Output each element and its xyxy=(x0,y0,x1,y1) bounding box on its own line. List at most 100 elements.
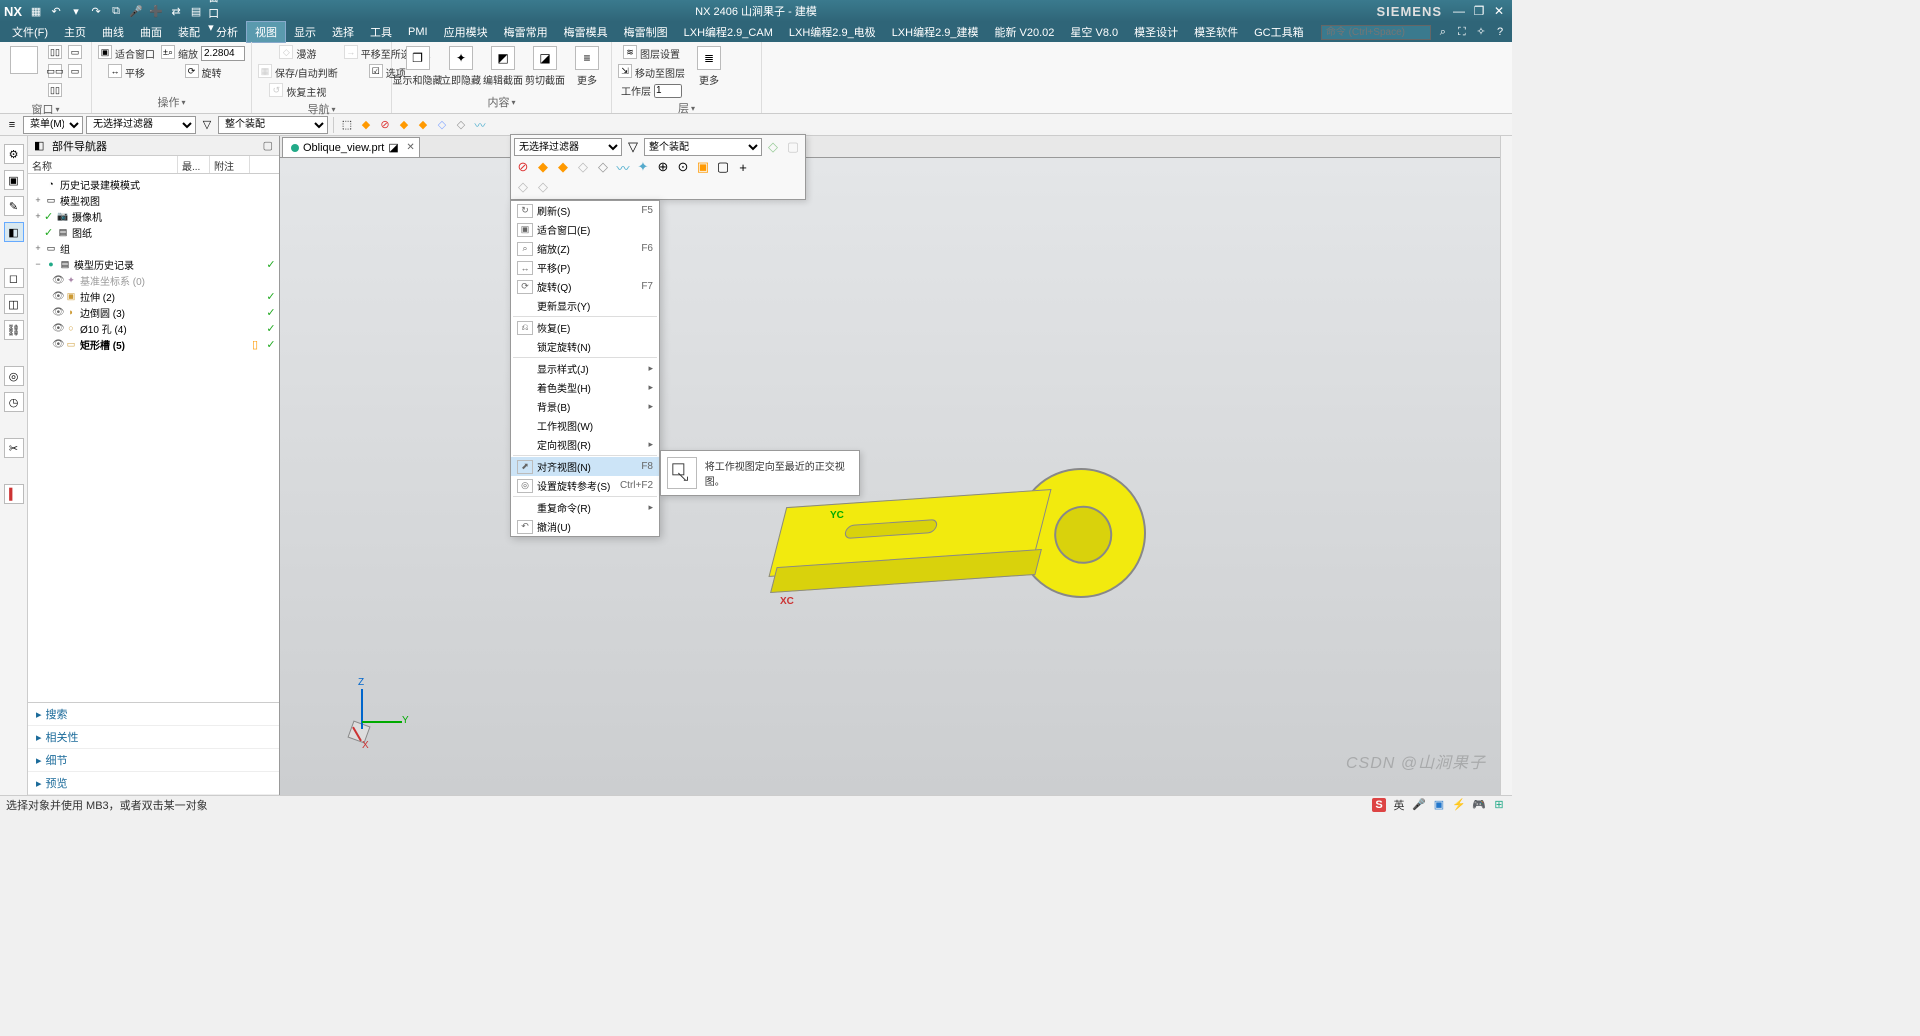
node-hole[interactable]: 👁○Ø10 孔 (4)✓ xyxy=(28,320,279,336)
menu-lxh-cam[interactable]: LXH编程2.9_CAM xyxy=(676,22,781,42)
ctx-rotate[interactable]: ⟳旋转(Q)F7 xyxy=(511,277,659,296)
ctx-lockrot[interactable]: 锁定旋转(N) xyxy=(511,337,659,356)
float-no-icon[interactable]: ⊘ xyxy=(514,158,532,176)
sec-detail[interactable]: ▸细节 xyxy=(28,749,279,772)
ctx-orient[interactable]: 定向视图(R)▸ xyxy=(511,435,659,454)
graphics-viewport[interactable]: ZC YC XC Z Y X CSDN @山涧果子 xyxy=(280,158,1500,795)
content-more-button[interactable]: ≡更多 xyxy=(567,44,607,89)
ctx-refresh[interactable]: ↻刷新(S)F5 xyxy=(511,201,659,220)
node-extrude[interactable]: 👁▣拉伸 (2)✓ xyxy=(28,288,279,304)
assembly-dropdown[interactable]: 整个装配 xyxy=(218,116,328,134)
ctx-align-view[interactable]: ⬈对齐视图(N)F8 xyxy=(511,457,659,476)
save-icon[interactable]: ▦ xyxy=(28,3,44,19)
tray-win-icon[interactable]: ▣ xyxy=(1432,798,1446,812)
float-grey-icon[interactable]: ◇ xyxy=(594,158,612,176)
tray-grid-icon[interactable]: ⊞ xyxy=(1492,798,1506,812)
menu-mlcy[interactable]: 梅雷常用 xyxy=(496,22,556,42)
menu-mlzt[interactable]: 梅雷制图 xyxy=(616,22,676,42)
col-name[interactable]: 名称 xyxy=(28,156,178,173)
sel-no-icon[interactable]: ⊘ xyxy=(377,117,393,133)
sel-icon-1[interactable]: ⬚ xyxy=(339,117,355,133)
lt-box-icon[interactable]: ◻ xyxy=(4,268,24,288)
lt-cube-icon[interactable]: ▣ xyxy=(4,170,24,190)
lt-bookmark-icon[interactable]: ▍ xyxy=(4,484,24,504)
menu-pmi[interactable]: PMI xyxy=(400,24,436,40)
layout-4-button[interactable]: ▭ xyxy=(66,44,84,62)
command-search-input[interactable] xyxy=(1321,25,1431,40)
ctx-workview[interactable]: 工作视图(W) xyxy=(511,416,659,435)
sel-curve-icon[interactable]: 〰 xyxy=(472,117,488,133)
menu-curve[interactable]: 曲线 xyxy=(94,22,132,42)
ctx-undo[interactable]: ↶撤消(U) xyxy=(511,517,659,536)
ime-icon[interactable]: S xyxy=(1372,798,1386,812)
fit-window-button[interactable]: ▣适合窗口 xyxy=(96,44,157,62)
menu-view[interactable]: 视图 xyxy=(246,21,286,43)
sec-dependency[interactable]: ▸相关性 xyxy=(28,726,279,749)
filter-dropdown[interactable]: 无选择过滤器 xyxy=(86,116,196,134)
col-rec[interactable]: 最... xyxy=(178,156,210,173)
sel-solid-icon[interactable]: ◆ xyxy=(396,117,412,133)
panel-close-icon[interactable]: ▢ xyxy=(263,139,273,152)
float-snap2-icon[interactable]: ⊕ xyxy=(654,158,672,176)
menu-tool[interactable]: 工具 xyxy=(362,22,400,42)
tray-electrode-icon[interactable]: ⚡ xyxy=(1452,798,1466,812)
node-slot[interactable]: 👁▭矩形槽 (5)▯✓ xyxy=(28,336,279,352)
lt-history-icon[interactable]: ✎ xyxy=(4,196,24,216)
sec-preview[interactable]: ▸预览 xyxy=(28,772,279,795)
move-to-layer-button[interactable]: ⇲移动至图层 xyxy=(616,63,687,81)
mic-icon[interactable]: 🎤 xyxy=(128,3,144,19)
doc-icon[interactable]: ▤ xyxy=(188,3,204,19)
lt-target-icon[interactable]: ◎ xyxy=(4,366,24,386)
menu-mlmj[interactable]: 梅雷模具 xyxy=(556,22,616,42)
float-box1-icon[interactable]: ▣ xyxy=(694,158,712,176)
node-model-view[interactable]: +▭模型视图 xyxy=(28,192,279,208)
node-blend[interactable]: 👁◗边倒圆 (3)✓ xyxy=(28,304,279,320)
float-assembly-dropdown[interactable]: 整个装配 xyxy=(644,138,762,156)
settings-icon[interactable]: ✧ xyxy=(1473,24,1489,40)
float-snap3-icon[interactable]: ⊙ xyxy=(674,158,692,176)
menu-dropdown[interactable]: 菜单(M) xyxy=(23,116,83,134)
ctx-update[interactable]: 更新显示(Y) xyxy=(511,296,659,315)
roam-button[interactable]: ◇漫游 xyxy=(256,44,340,62)
float-face-icon[interactable]: ◆ xyxy=(554,158,572,176)
pan-button[interactable]: ↔平移 xyxy=(96,63,157,81)
menu-surface[interactable]: 曲面 xyxy=(132,22,170,42)
list-icon[interactable]: ≡ xyxy=(4,117,20,133)
float-iso2-icon[interactable]: ◇ xyxy=(534,178,552,196)
instant-hide-button[interactable]: ✦立即隐藏 xyxy=(441,44,481,89)
fullscreen-icon[interactable]: ⛶ xyxy=(1454,25,1470,41)
copy-icon[interactable]: ⧉ xyxy=(108,3,124,19)
ctx-shadetype[interactable]: 着色类型(H)▸ xyxy=(511,378,659,397)
menu-mrj[interactable]: 模圣软件 xyxy=(1186,22,1246,42)
float-snap1-icon[interactable]: ✦ xyxy=(634,158,652,176)
ctx-fit[interactable]: ▣适合窗口(E) xyxy=(511,220,659,239)
ctx-background[interactable]: 背景(B)▸ xyxy=(511,397,659,416)
work-layer-input[interactable] xyxy=(654,84,682,98)
help-icon[interactable]: ? xyxy=(1492,24,1508,40)
lt-partnav-icon[interactable]: ◧ xyxy=(4,222,24,242)
menu-analyze[interactable]: 分析 xyxy=(208,22,246,42)
float-iso1-icon[interactable]: ◇ xyxy=(514,178,532,196)
document-tab[interactable]: Oblique_view.prt ◪ ✕ xyxy=(282,137,420,157)
col-attach[interactable]: 附注 xyxy=(210,156,250,173)
menu-home[interactable]: 主页 xyxy=(56,22,94,42)
float-wire-icon[interactable]: ◇ xyxy=(574,158,592,176)
float-opt1-icon[interactable]: ◇ xyxy=(764,138,782,156)
node-history-mode[interactable]: ◔历史记录建模模式 xyxy=(28,176,279,192)
menu-gc[interactable]: GC工具箱 xyxy=(1246,22,1312,42)
node-model-history[interactable]: −●▤模型历史记录✓ xyxy=(28,256,279,272)
tab-close-icon[interactable]: ✕ xyxy=(406,142,414,153)
node-camera[interactable]: +✓📷摄像机 xyxy=(28,208,279,224)
float-solid-icon[interactable]: ◆ xyxy=(534,158,552,176)
filter-icon[interactable]: ▽ xyxy=(199,117,215,133)
menu-msj[interactable]: 模圣设计 xyxy=(1126,22,1186,42)
add-icon[interactable]: ➕ xyxy=(148,3,164,19)
layout-2-button[interactable]: ▭▭ xyxy=(46,63,64,81)
ctx-dispstyle[interactable]: 显示样式(J)▸ xyxy=(511,359,659,378)
tray-game-icon[interactable]: 🎮 xyxy=(1472,798,1486,812)
float-filter-dropdown[interactable]: 无选择过滤器 xyxy=(514,138,622,156)
minimize-button[interactable]: — xyxy=(1450,3,1468,19)
menu-assembly[interactable]: 装配 xyxy=(170,22,208,42)
lt-assy-icon[interactable]: ◫ xyxy=(4,294,24,314)
show-hide-button[interactable]: ❐显示和隐藏 xyxy=(396,44,439,89)
